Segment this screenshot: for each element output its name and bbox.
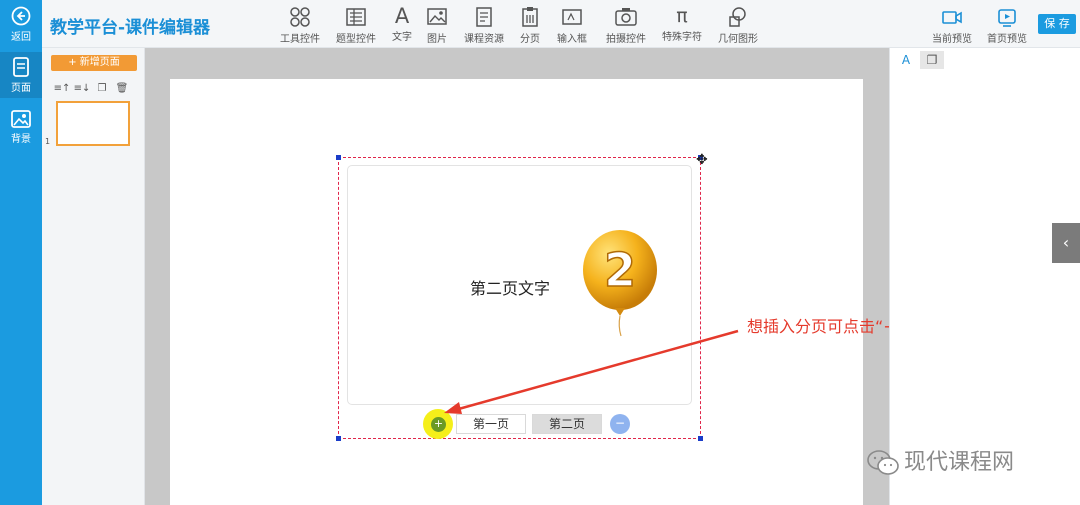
slide-page[interactable]: ✥ 第二页文字 2 + 第一页 第二页 − [170,79,863,505]
resize-handle[interactable] [336,436,341,441]
picture-icon [427,8,447,25]
resize-handle[interactable] [336,155,341,160]
camera-icon [615,8,637,26]
shapes-icon [729,7,746,27]
back-arrow-icon [11,6,31,26]
text-props-tab[interactable]: A [894,51,918,69]
left-nav-rail: 返回 页面 背景 [0,0,42,505]
question-type-icon [346,8,366,26]
resize-handle[interactable] [698,436,703,441]
input-box-icon [562,9,582,25]
page-number: 1 [45,137,51,146]
collapse-panel-button[interactable]: ‹ [1052,223,1080,263]
tool-input-box[interactable]: 输入框 [552,4,592,45]
page-icon [13,57,29,77]
move-down-icon[interactable]: ≡↓ [72,83,92,94]
text-icon: A [394,4,410,28]
clipboard-icon [522,7,538,27]
move-handle-icon[interactable]: ✥ [696,152,708,168]
add-tab-plus: + [431,417,446,432]
tool-label: 图片 [427,34,447,45]
pi-icon: π [676,5,688,27]
tool-label: 首页预览 [987,34,1027,45]
trash-icon[interactable]: 🗑 [112,83,132,94]
play-screen-icon [998,9,1016,27]
tool-geometry[interactable]: 几何图形 [713,4,763,45]
document-icon [476,7,492,27]
page-thumbnail[interactable] [56,101,130,146]
tool-label: 分页 [520,34,540,45]
pages-label: 页面 [11,83,31,94]
tool-label: 题型控件 [336,34,376,45]
save-button[interactable]: 保 存 [1038,14,1076,34]
pagination-widget[interactable]: ✥ 第二页文字 2 + 第一页 第二页 − [336,152,708,441]
tool-label: 几何图形 [718,34,758,45]
tool-widgets[interactable]: 工具控件 [276,4,324,45]
layer-props-tab[interactable]: ❐ [920,51,944,69]
balloon-number: 2 [604,243,636,297]
pages-panel: + 新增页面 ≡↑ ≡↓ ❐ 🗑 1 [42,48,145,505]
page-content-box: 第二页文字 2 [347,165,692,405]
back-button[interactable]: 返回 [0,6,42,43]
new-page-button[interactable]: + 新增页面 [51,55,137,71]
background-label: 背景 [11,134,31,145]
back-label: 返回 [11,32,31,43]
tool-label: 特殊字符 [662,32,702,43]
tool-label: 课程资源 [464,34,504,45]
canvas-workarea: ✥ 第二页文字 2 + 第一页 第二页 − [145,48,889,505]
tool-label: 文字 [392,32,412,43]
watermark-text: 现代课程网 [904,450,1015,475]
tab-page-1[interactable]: 第一页 [456,414,526,434]
page-text: 第二页文字 [470,279,551,298]
tool-pagination[interactable]: 分页 [515,4,545,45]
widgets-icon [290,7,310,27]
video-icon [942,11,962,24]
tool-label: 输入框 [557,34,587,45]
tab-page-2[interactable]: 第二页 [532,414,602,434]
tool-question-types[interactable]: 题型控件 [332,4,380,45]
tool-course-resources[interactable]: 课程资源 [458,4,510,45]
tool-label: 拍摄控件 [606,34,646,45]
copy-icon[interactable]: ❐ [92,83,112,94]
wechat-icon [867,450,899,475]
rail-item-background[interactable]: 背景 [0,110,42,145]
home-preview-button[interactable]: 首页预览 [984,4,1030,45]
tool-label: 工具控件 [280,34,320,45]
remove-tab-button[interactable]: − [610,414,630,434]
tool-text[interactable]: A 文字 [388,4,416,44]
balloon-icon: 2 [583,230,657,337]
app-title: 教学平台-课件编辑器 [50,18,211,38]
move-up-icon[interactable]: ≡↑ [52,83,72,94]
properties-panel: A ❐ [889,48,1080,505]
tool-image[interactable]: 图片 [422,4,452,45]
tool-camera[interactable]: 拍摄控件 [601,4,651,45]
image-icon [11,110,31,128]
rail-item-pages[interactable]: 页面 [0,52,42,98]
tool-special-chars[interactable]: π 特殊字符 [657,4,707,44]
page-tools: ≡↑ ≡↓ ❐ 🗑 [52,76,132,94]
tool-label: 当前预览 [932,34,972,45]
top-toolbar: 教学平台-课件编辑器 工具控件 题型控件 A 文字 图片 课程资源 分页 输入框… [42,0,1080,48]
watermark: 现代课程网 [866,444,1014,477]
current-preview-button[interactable]: 当前预览 [928,4,976,45]
add-tab-button[interactable]: + [423,409,453,439]
